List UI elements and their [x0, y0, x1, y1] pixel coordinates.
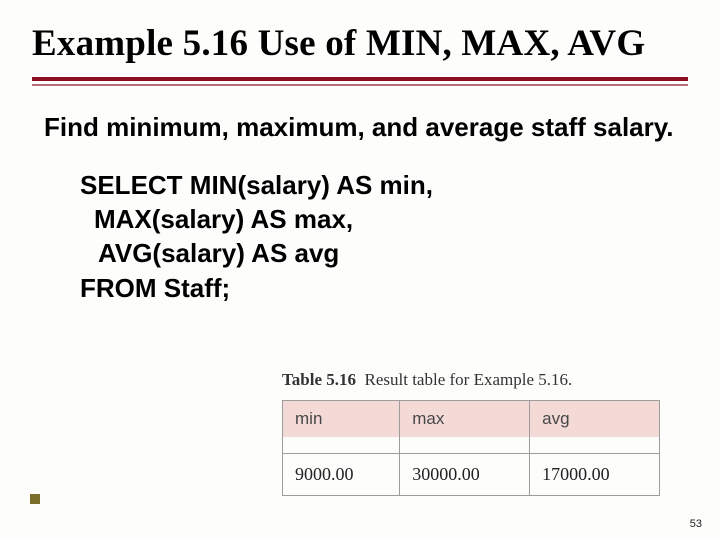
title-underline [32, 77, 688, 86]
table-caption-label: Table 5.16 [282, 370, 356, 389]
table-spacer-row [283, 437, 660, 453]
slide-title: Example 5.16 Use of MIN, MAX, AVG [32, 22, 692, 65]
corner-square-icon [30, 494, 40, 504]
col-header-max: max [400, 401, 530, 438]
sql-line-1: SELECT MIN(salary) AS min, [80, 168, 680, 202]
col-header-min: min [283, 401, 400, 438]
problem-description: Find minimum, maximum, and average staff… [44, 112, 680, 144]
result-table: min max avg 9000.00 30000.00 17000.00 [282, 400, 660, 496]
result-table-block: Table 5.16 Result table for Example 5.16… [282, 370, 682, 496]
sql-line-2: MAX(salary) AS max, [80, 202, 680, 236]
cell-min: 9000.00 [283, 454, 400, 496]
sql-line-3: AVG(salary) AS avg [80, 236, 680, 270]
sql-code-block: SELECT MIN(salary) AS min, MAX(salary) A… [80, 168, 680, 305]
table-data-row: 9000.00 30000.00 17000.00 [283, 454, 660, 496]
table-caption-text: Result table for Example 5.16. [365, 370, 573, 389]
col-header-avg: avg [530, 401, 660, 438]
slide-body: Find minimum, maximum, and average staff… [0, 86, 720, 305]
page-number: 53 [690, 518, 702, 530]
table-header-row: min max avg [283, 401, 660, 438]
sql-line-4: FROM Staff; [80, 271, 680, 305]
table-caption: Table 5.16 Result table for Example 5.16… [282, 370, 682, 390]
cell-avg: 17000.00 [530, 454, 660, 496]
cell-max: 30000.00 [400, 454, 530, 496]
slide-title-block: Example 5.16 Use of MIN, MAX, AVG [0, 0, 720, 71]
